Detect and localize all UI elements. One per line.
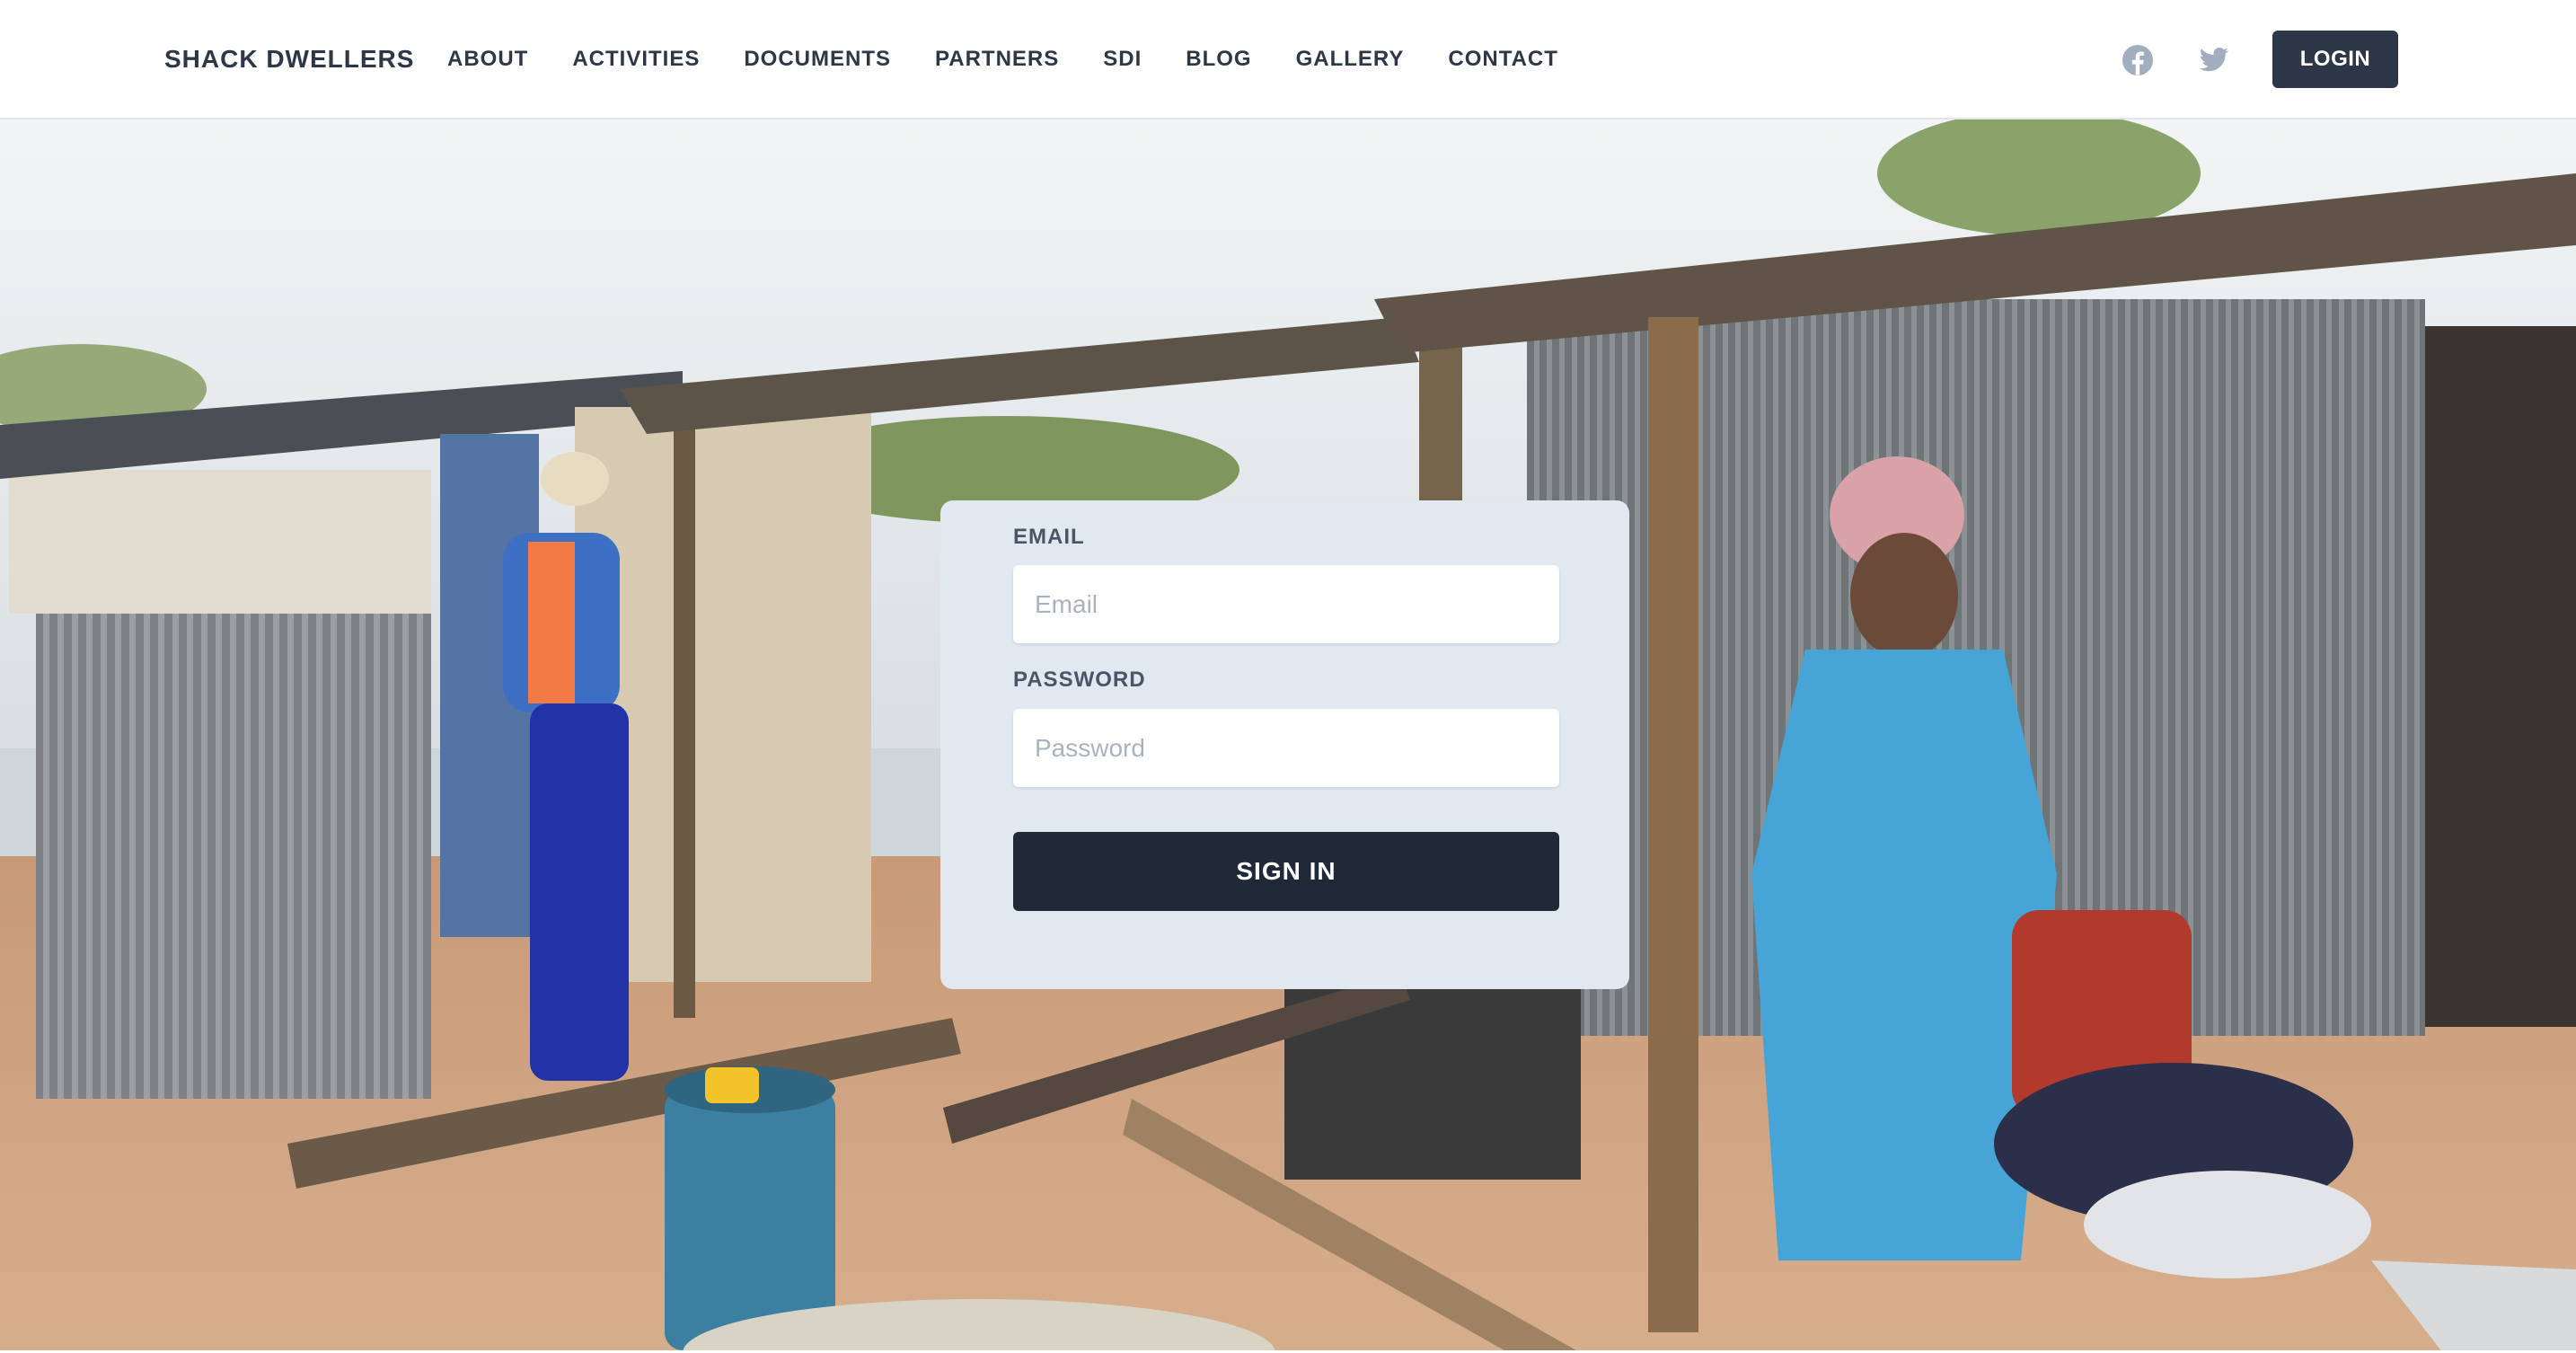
facebook-icon[interactable] <box>2120 42 2156 78</box>
nav-link-contact[interactable]: CONTACT <box>1448 41 1558 77</box>
nav-link-gallery[interactable]: GALLERY <box>1296 41 1405 77</box>
top-navbar: SHACK DWELLERS ABOUT ACTIVITIES DOCUMENT… <box>0 0 2576 119</box>
nav-link-partners[interactable]: PARTNERS <box>935 41 1059 77</box>
nav-link-activities[interactable]: ACTIVITIES <box>572 41 700 77</box>
nav-link-sdi[interactable]: SDI <box>1103 41 1142 77</box>
nav-link-documents[interactable]: DOCUMENTS <box>744 41 891 77</box>
password-label: PASSWORD <box>1013 668 1146 692</box>
login-button[interactable]: LOGIN <box>2272 31 2398 88</box>
twitter-icon[interactable] <box>2195 42 2231 78</box>
nav-link-blog[interactable]: BLOG <box>1186 41 1251 77</box>
email-label: EMAIL <box>1013 525 1085 549</box>
email-input[interactable] <box>1013 565 1559 643</box>
brand-logo-text[interactable]: SHACK DWELLERS <box>164 41 414 77</box>
password-input[interactable] <box>1013 709 1559 787</box>
login-form-card: EMAIL PASSWORD SIGN IN <box>940 500 1629 989</box>
sign-in-button[interactable]: SIGN IN <box>1013 832 1559 911</box>
main-nav: ABOUT ACTIVITIES DOCUMENTS PARTNERS SDI … <box>447 41 1602 77</box>
nav-link-about[interactable]: ABOUT <box>447 41 528 77</box>
